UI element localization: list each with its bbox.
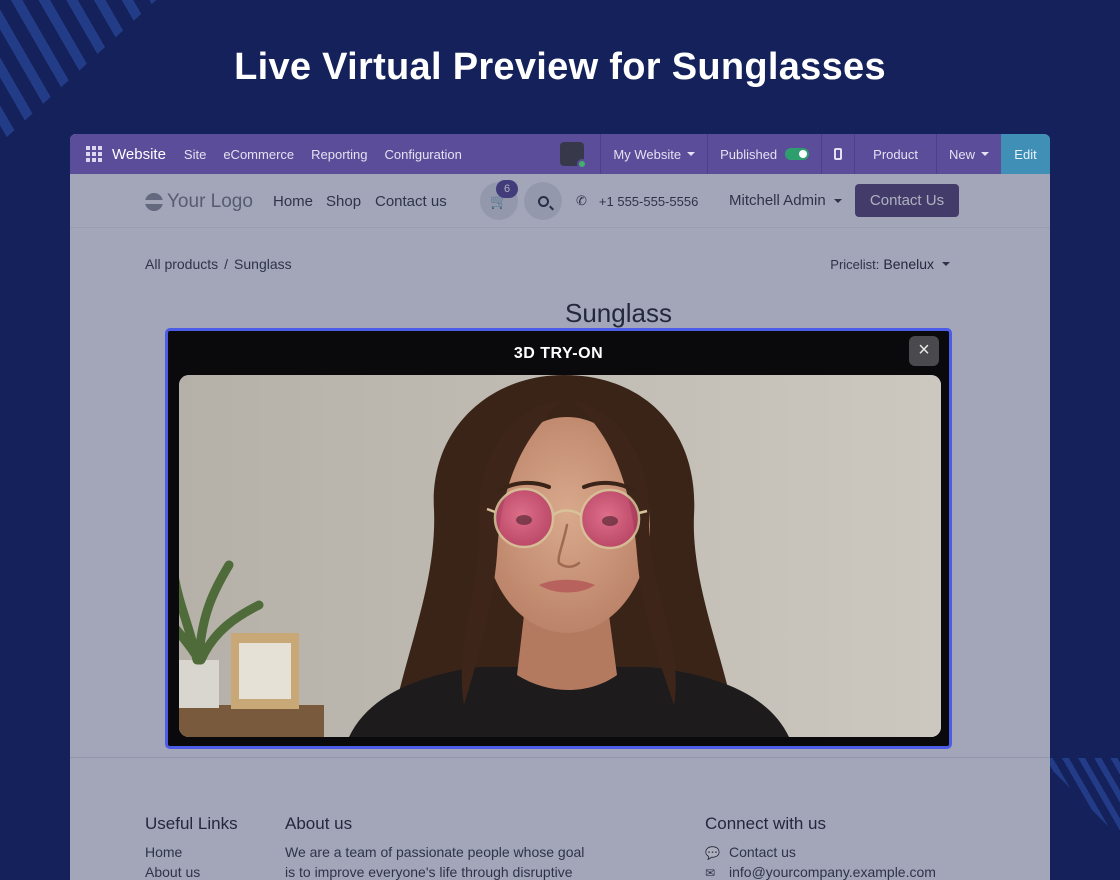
odoo-top-bar: Website Site eCommerce Reporting Configu… [70, 134, 1050, 174]
app-name[interactable]: Website [112, 146, 166, 163]
website-selector[interactable]: My Website [601, 134, 707, 174]
product-menu[interactable]: Product [855, 134, 936, 174]
shelf [179, 705, 324, 737]
mobile-preview-button[interactable] [822, 134, 854, 174]
new-menu-label: New [948, 146, 975, 162]
mobile-icon [834, 148, 843, 160]
modal-title: 3D TRY-ON [513, 345, 604, 362]
camera-feed-image [179, 375, 941, 737]
close-button[interactable]: × [909, 336, 939, 366]
menu-configuration[interactable]: Configuration [385, 147, 462, 162]
published-label: Published [720, 146, 778, 162]
product-menu-label: Product [873, 146, 918, 162]
online-status-dot [577, 159, 588, 169]
menu-reporting[interactable]: Reporting [311, 147, 367, 162]
user-avatar[interactable] [560, 142, 588, 169]
chevron-down-icon [981, 152, 989, 156]
new-menu[interactable]: New [937, 134, 1001, 174]
menu-site[interactable]: Site [184, 147, 206, 162]
edit-button[interactable]: Edit [1001, 134, 1050, 174]
odoo-bar-right: My Website Published Product New Edit [560, 134, 1050, 174]
camera-viewport[interactable] [179, 375, 941, 737]
plant-pot [179, 660, 219, 708]
published-toggle[interactable]: Published [708, 134, 821, 174]
edit-button-label: Edit [1014, 146, 1037, 162]
menu-ecommerce[interactable]: eCommerce [223, 147, 294, 162]
decorative-stripes-bottom-right [1040, 758, 1120, 848]
chevron-down-icon [687, 152, 696, 156]
toggle-switch-icon [785, 148, 810, 160]
page-headline: Live Virtual Preview for Sunglasses [234, 46, 886, 88]
close-icon: × [918, 339, 930, 361]
apps-grid-icon[interactable] [86, 146, 102, 162]
try-on-modal: 3D TRY-ON × [165, 328, 952, 749]
website-selector-label: My Website [613, 146, 682, 162]
